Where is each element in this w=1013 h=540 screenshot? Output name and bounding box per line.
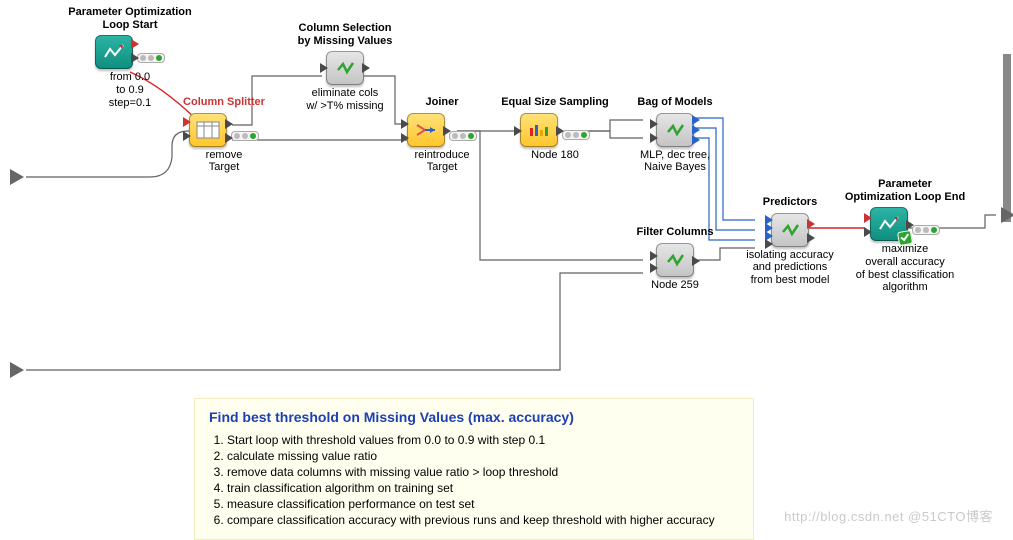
node-title: Joiner (402, 96, 482, 109)
annotation-step: remove data columns with missing value r… (227, 465, 739, 479)
annotation-box[interactable]: Find best threshold on Missing Values (m… (194, 398, 754, 540)
workflow-out-port (1001, 207, 1013, 223)
node-title: Bag of Models (615, 96, 735, 109)
traffic-light (231, 131, 259, 141)
annotation-step: measure classification performance on te… (227, 497, 739, 511)
traffic-light (449, 131, 477, 141)
metanode-icon (326, 51, 364, 85)
loop-start-icon (95, 35, 133, 69)
node-title: Parameter Optimization Loop End (830, 178, 980, 203)
metanode-icon (656, 243, 694, 277)
node-caption: Node 259 (615, 279, 735, 292)
sampling-icon (520, 113, 558, 147)
annotation-steps-list: Start loop with threshold values from 0.… (209, 433, 739, 527)
node-title: Filter Columns (615, 226, 735, 239)
node-caption: maximize overall accuracy of best classi… (830, 243, 980, 294)
workflow-canvas[interactable]: Parameter Optimization Loop Start from 0… (0, 0, 1013, 540)
node-caption: remove Target (164, 149, 284, 174)
workflow-in-port-2 (10, 362, 24, 378)
node-joiner[interactable]: Joiner reintroduce Target (402, 96, 482, 174)
annotation-step: Start loop with threshold values from 0.… (227, 433, 739, 447)
metanode-icon (656, 113, 694, 147)
node-title: Column Splitter (164, 96, 284, 109)
workflow-in-port-1 (10, 169, 24, 185)
joiner-icon (407, 113, 445, 147)
node-title: Equal Size Sampling (490, 96, 620, 109)
traffic-light (912, 225, 940, 235)
annotation-step: train classification algorithm on traini… (227, 481, 739, 495)
traffic-light (137, 53, 165, 63)
node-caption: Node 180 (490, 149, 620, 162)
node-title: Parameter Optimization Loop Start (50, 6, 210, 31)
executed-check-icon (897, 230, 913, 246)
node-bag-of-models[interactable]: Bag of Models MLP, dec tree, Naive Bayes (615, 96, 735, 174)
annotation-step: compare classification accuracy with pre… (227, 513, 739, 527)
node-equal-size-sampling[interactable]: Equal Size Sampling Node 180 (490, 96, 620, 161)
node-column-selection-missing[interactable]: Column Selection by Missing Values elimi… (270, 22, 420, 113)
annotation-step: calculate missing value ratio (227, 449, 739, 463)
node-caption: eliminate cols w/ >T% missing (270, 87, 420, 112)
node-caption: MLP, dec tree, Naive Bayes (615, 149, 735, 174)
annotation-title: Find best threshold on Missing Values (m… (209, 409, 739, 425)
traffic-light (562, 130, 590, 140)
metanode-icon (771, 213, 809, 247)
watermark-text: http://blog.csdn.net @51CTO博客 (784, 506, 993, 525)
node-caption: reintroduce Target (402, 149, 482, 174)
node-param-opt-loop-end[interactable]: Parameter Optimization Loop End maximize… (830, 178, 980, 294)
node-filter-columns[interactable]: Filter Columns Node 259 (615, 226, 735, 291)
node-title: Column Selection by Missing Values (270, 22, 420, 47)
right-edge-bar (1003, 54, 1011, 222)
node-column-splitter[interactable]: Column Splitter remove Target (164, 96, 284, 174)
node-param-opt-loop-start[interactable]: Parameter Optimization Loop Start from 0… (50, 6, 210, 109)
table-split-icon (189, 113, 227, 147)
